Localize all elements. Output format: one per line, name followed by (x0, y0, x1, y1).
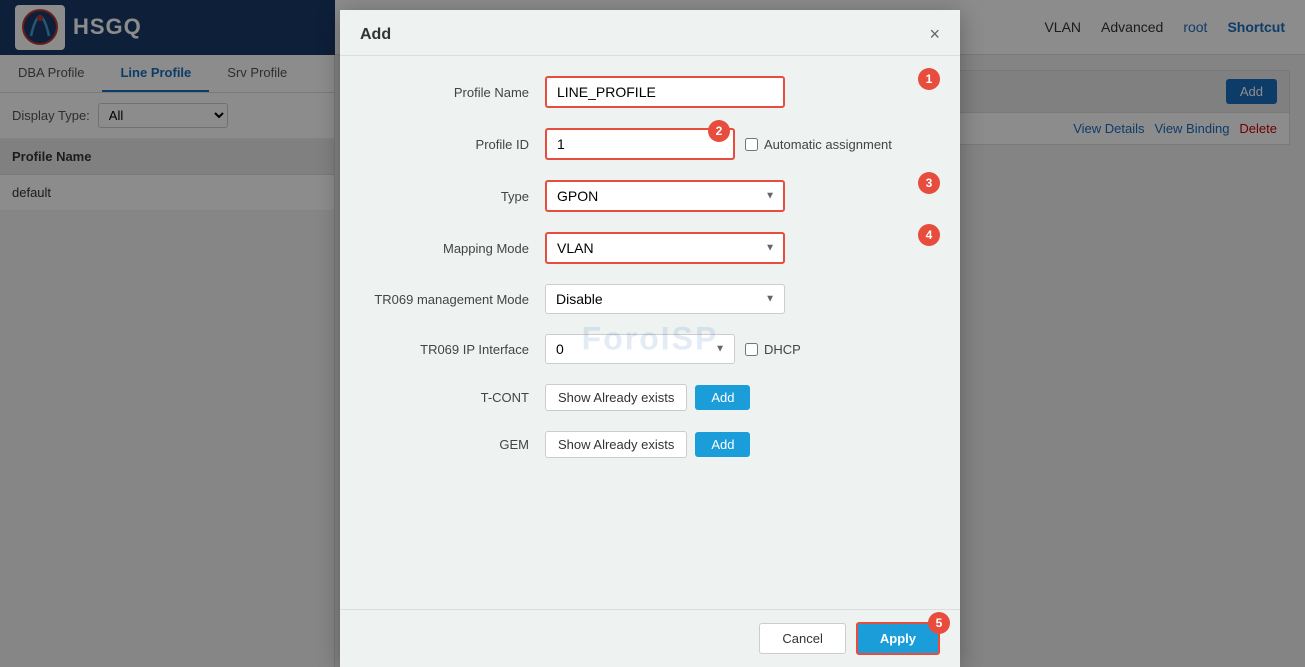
type-select[interactable]: GPON EPON XGS-PON (545, 180, 785, 212)
step-badge-4: 4 (918, 224, 940, 246)
mapping-mode-label: Mapping Mode (370, 241, 545, 256)
tr069-mode-row: TR069 management Mode Disable Enable (370, 284, 930, 314)
gem-show-exists-button[interactable]: Show Already exists (545, 431, 687, 458)
tr069-ip-select[interactable]: 0 1 2 (545, 334, 735, 364)
profile-name-row: Profile Name 1 (370, 76, 930, 108)
mapping-mode-row: Mapping Mode VLAN GEM TCI 4 (370, 232, 930, 264)
tr069-ip-select-wrapper: 0 1 2 (545, 334, 735, 364)
tcont-add-button[interactable]: Add (695, 385, 750, 410)
modal-title: Add (360, 26, 391, 44)
mapping-mode-select[interactable]: VLAN GEM TCI (545, 232, 785, 264)
mapping-mode-select-wrapper: VLAN GEM TCI (545, 232, 785, 264)
step-badge-3: 3 (918, 172, 940, 194)
tr069-mode-select[interactable]: Disable Enable (545, 284, 785, 314)
modal-body: Profile Name 1 Profile ID 2 Automatic as… (340, 56, 960, 609)
tr069-mode-label: TR069 management Mode (370, 292, 545, 307)
dhcp-label: DHCP (745, 342, 801, 357)
profile-id-row: Profile ID 2 Automatic assignment (370, 128, 930, 160)
type-row: Type GPON EPON XGS-PON 3 (370, 180, 930, 212)
type-select-wrapper: GPON EPON XGS-PON (545, 180, 785, 212)
tcont-show-exists-button[interactable]: Show Already exists (545, 384, 687, 411)
step-badge-1: 1 (918, 68, 940, 90)
modal-close-button[interactable]: × (929, 24, 940, 45)
tr069-ip-label: TR069 IP Interface (370, 342, 545, 357)
profile-name-label: Profile Name (370, 85, 545, 100)
apply-button[interactable]: Apply (856, 622, 940, 655)
add-modal: Add × Profile Name 1 Profile ID 2 Automa… (340, 10, 960, 667)
step-badge-2: 2 (708, 120, 730, 142)
profile-id-input[interactable] (545, 128, 735, 160)
step-badge-5: 5 (928, 612, 950, 634)
automatic-assignment-checkbox[interactable] (745, 138, 758, 151)
dhcp-checkbox[interactable] (745, 343, 758, 356)
automatic-assignment-label: Automatic assignment (745, 137, 892, 152)
profile-name-input[interactable] (545, 76, 785, 108)
profile-id-label: Profile ID (370, 137, 545, 152)
modal-footer: Cancel Apply 5 (340, 609, 960, 667)
apply-wrapper: Apply 5 (856, 622, 940, 655)
tr069-mode-select-wrapper: Disable Enable (545, 284, 785, 314)
cancel-button[interactable]: Cancel (759, 623, 845, 654)
tr069-ip-row: TR069 IP Interface 0 1 2 DHCP (370, 334, 930, 364)
tcont-label: T-CONT (370, 390, 545, 405)
gem-add-button[interactable]: Add (695, 432, 750, 457)
tcont-row: T-CONT Show Already exists Add (370, 384, 930, 411)
type-label: Type (370, 189, 545, 204)
modal-header: Add × (340, 10, 960, 56)
gem-row: GEM Show Already exists Add (370, 431, 930, 458)
gem-label: GEM (370, 437, 545, 452)
